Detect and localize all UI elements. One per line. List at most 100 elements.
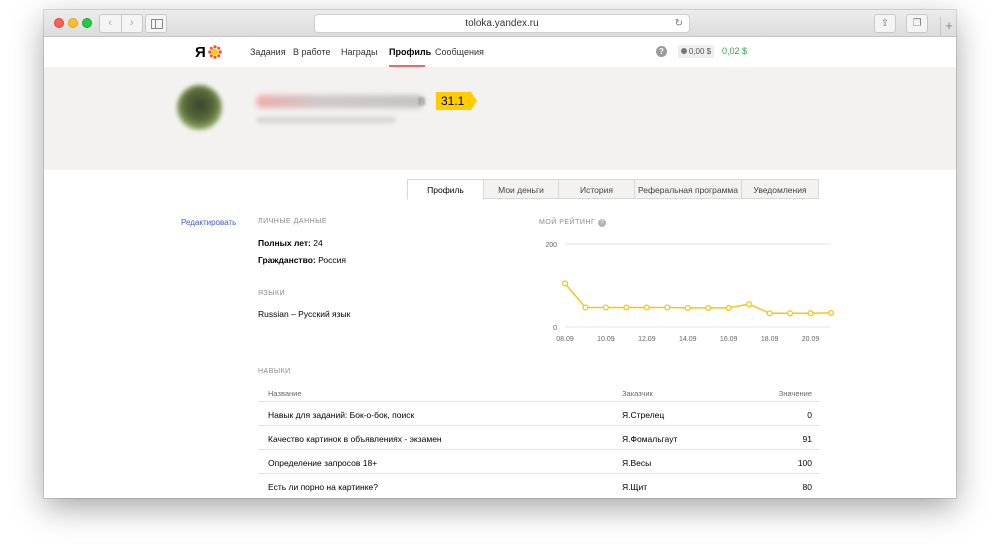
skill-customer: Я.Щит xyxy=(622,482,648,492)
nav-in-progress[interactable]: В работе xyxy=(293,47,331,57)
column-header-value: Значение xyxy=(778,389,812,398)
avatar xyxy=(177,85,222,130)
skill-customer: Я.Весы xyxy=(622,458,652,468)
new-tab-button[interactable]: + xyxy=(940,17,956,36)
rating-badge: 31.1 xyxy=(436,92,478,110)
x-tick-label: 18.09 xyxy=(761,336,779,343)
skills-label: Навыки xyxy=(258,368,291,375)
coin-icon xyxy=(680,48,687,54)
help-icon[interactable]: ? xyxy=(656,46,667,57)
earned-amount: 0,02 $ xyxy=(722,46,748,56)
x-tick-label: 12.09 xyxy=(638,336,656,343)
skill-value: 91 xyxy=(802,434,812,444)
nav-profile[interactable]: Профиль xyxy=(389,47,431,57)
skill-customer: Я.Стрелец xyxy=(622,410,665,420)
table-row: Есть ли порно на картинке? Я.Щит 80 xyxy=(258,473,820,498)
skill-name: Определение запросов 18+ xyxy=(268,458,378,468)
tab-referral-program[interactable]: Реферальная программа xyxy=(635,179,742,199)
browser-window: ‹ › toloka.yandex.ru ↻ ⇧ ❐ + Я Задания В… xyxy=(44,10,956,498)
skill-value: 80 xyxy=(802,482,812,492)
rating-point xyxy=(766,310,773,317)
citizenship-row: Гражданство: Россия xyxy=(258,255,346,265)
my-rating-label-text: Мой рейтинг xyxy=(539,219,596,226)
reload-icon[interactable]: ↻ xyxy=(675,15,683,32)
minimize-window-button[interactable] xyxy=(68,18,78,28)
nav-tasks[interactable]: Задания xyxy=(250,47,286,57)
personal-data-label: Личные данные xyxy=(258,218,328,225)
x-tick-label: 14.09 xyxy=(679,336,697,343)
column-header-name: Название xyxy=(268,389,302,398)
share-button[interactable]: ⇧ xyxy=(874,14,896,33)
rating-chart: 200 0 08.09 10.09 12.09 14.09 16.09 18.09 20.09 xyxy=(545,242,835,343)
rating-point xyxy=(643,304,650,311)
age-label: Полных лет: xyxy=(258,238,311,248)
skill-value: 100 xyxy=(797,458,812,468)
nav-messages[interactable]: Сообщения xyxy=(435,47,484,57)
age-value: 24 xyxy=(313,238,323,248)
browser-titlebar: ‹ › toloka.yandex.ru ↻ ⇧ ❐ + xyxy=(44,10,956,37)
skill-customer: Я.Фомальгаут xyxy=(622,434,678,444)
rating-point xyxy=(684,304,691,311)
languages-label: Языки xyxy=(258,290,286,297)
rating-point xyxy=(787,310,794,317)
tab-my-money[interactable]: Мои деньги xyxy=(484,179,559,199)
rating-point xyxy=(582,304,589,311)
page-content: Я Задания В работе Награды Профиль Сообщ… xyxy=(44,37,956,498)
user-name-blurred xyxy=(256,95,424,108)
x-tick-label: 10.09 xyxy=(597,336,615,343)
citizenship-label: Гражданство: xyxy=(258,255,316,265)
nav-rewards[interactable]: Награды xyxy=(341,47,378,57)
rating-point xyxy=(561,280,569,287)
rating-point xyxy=(725,304,732,311)
y-tick-label: 200 xyxy=(545,242,557,249)
close-window-button[interactable] xyxy=(54,18,64,28)
top-navigation: Я Задания В работе Награды Профиль Сообщ… xyxy=(44,37,956,67)
yandex-logo[interactable]: Я xyxy=(195,44,206,61)
tab-history[interactable]: История xyxy=(559,179,635,199)
skill-name: Качество картинок в объявлениях - экзаме… xyxy=(268,434,442,444)
y-tick-label: 0 xyxy=(553,325,557,332)
url-text: toloka.yandex.ru xyxy=(465,18,539,29)
tab-profile[interactable]: Профиль xyxy=(407,179,484,200)
profile-header: в 31.1 Профиль Мои деньги История Рефера… xyxy=(44,67,956,200)
forward-icon[interactable]: › xyxy=(122,15,143,32)
table-row: Навык для заданий: Бок-о-бок, поиск Я.Ст… xyxy=(258,401,820,426)
share-icon: ⇧ xyxy=(880,18,890,29)
language-value: Russian – Русский язык xyxy=(258,309,351,319)
profile-tabs: Профиль Мои деньги История Реферальная п… xyxy=(407,179,819,200)
balance-value: 0,00 $ xyxy=(688,47,712,56)
age-row: Полных лет: 24 xyxy=(258,238,323,248)
edit-profile-link[interactable]: Редактировать xyxy=(181,218,236,227)
sidebar-toggle-button[interactable] xyxy=(145,14,167,33)
skill-name: Навык для заданий: Бок-о-бок, поиск xyxy=(268,410,415,420)
back-icon[interactable]: ‹ xyxy=(100,15,122,32)
table-row: Качество картинок в объявлениях - экзаме… xyxy=(258,425,820,450)
tabs-icon: ❐ xyxy=(912,18,922,29)
history-nav: ‹ › xyxy=(99,14,143,33)
table-row: Определение запросов 18+ Я.Весы 100 xyxy=(258,449,820,474)
rating-point xyxy=(807,310,814,317)
rating-help-icon[interactable]: ? xyxy=(598,219,607,227)
skill-value: 0 xyxy=(807,410,812,420)
column-header-customer: Заказчик xyxy=(622,389,653,398)
sidebar-icon xyxy=(151,19,163,29)
tabs-overview-button[interactable]: ❐ xyxy=(906,14,928,33)
x-tick-label: 16.09 xyxy=(720,336,738,343)
balance-badge[interactable]: 0,00 $ xyxy=(678,45,714,58)
tab-notifications[interactable]: Уведомления xyxy=(742,179,819,199)
my-rating-label: Мой рейтинг? xyxy=(539,219,607,227)
address-bar[interactable]: toloka.yandex.ru ↻ xyxy=(314,14,690,33)
x-tick-label: 20.09 xyxy=(802,336,820,343)
plus-icon: + xyxy=(945,18,953,33)
rating-point xyxy=(827,309,835,316)
zoom-window-button[interactable] xyxy=(82,18,92,28)
user-subtitle-blurred xyxy=(256,117,396,123)
citizenship-value: Россия xyxy=(318,255,346,265)
rating-point xyxy=(623,304,630,311)
rating-point xyxy=(705,304,712,311)
skill-name: Есть ли порно на картинке? xyxy=(268,482,378,492)
user-name-tail: в xyxy=(418,92,426,108)
toloka-sun-icon xyxy=(208,45,222,59)
rating-point xyxy=(664,304,671,311)
x-tick-label: 08.09 xyxy=(556,336,574,343)
